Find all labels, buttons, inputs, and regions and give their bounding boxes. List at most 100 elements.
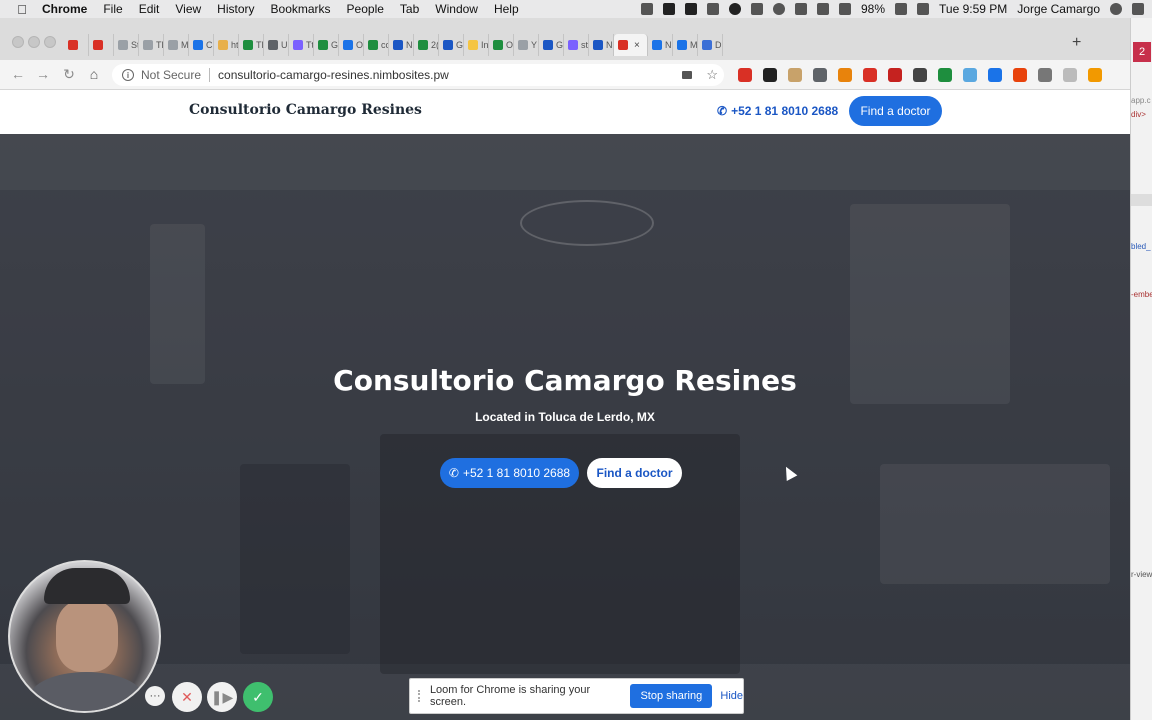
browser-tab[interactable]: In [464,34,489,56]
browser-tab[interactable]: M [673,34,698,56]
browser-tab[interactable] [64,34,89,56]
nav-find-doctor-button[interactable]: Find a doctor [849,96,942,126]
notification-app-icon[interactable] [684,3,697,15]
window-close-button[interactable] [12,36,24,48]
back-arrow-icon[interactable]: ← [10,66,26,82]
browser-tab[interactable]: M [164,34,189,56]
loom-more-button[interactable]: ··· [145,686,165,706]
extension-icon[interactable] [1038,68,1052,82]
security-label[interactable]: Not Secure [141,68,201,82]
drag-handle-icon[interactable] [418,690,422,702]
browser-tab[interactable]: St [114,34,139,56]
spotlight-search-icon[interactable] [1110,3,1122,15]
chat-icon[interactable] [706,3,719,15]
url-text[interactable]: consultorio-camargo-resines.nimbosites.p… [218,68,449,82]
site-brand[interactable]: Consultorio Camargo Resines [189,102,422,118]
browser-tab[interactable]: ht [214,34,239,56]
browser-tab[interactable]: G [314,34,339,56]
browser-tab[interactable]: N [648,34,673,56]
browser-tab[interactable] [89,34,114,56]
extension-icon[interactable] [763,68,777,82]
camera-blocked-icon[interactable] [682,71,692,79]
battery-icon[interactable] [895,3,908,15]
loom-webcam-bubble[interactable] [8,560,161,713]
browser-tab[interactable]: Tt [289,34,314,56]
extension-icon[interactable] [738,68,752,82]
browser-tab[interactable]: 2( [414,34,439,56]
extension-icon[interactable] [963,68,977,82]
browser-tab[interactable]: Y [514,34,539,56]
extension-icon[interactable] [1063,68,1077,82]
extension-icon[interactable] [1088,68,1102,82]
extension-icon[interactable] [988,68,1002,82]
tab-favicon-icon [593,40,603,50]
browser-tab[interactable]: st [564,34,589,56]
tab-close-icon[interactable]: × [634,40,640,51]
menu-tab[interactable]: Tab [400,2,419,16]
menubar-user[interactable]: Jorge Camargo [1017,2,1100,16]
microphone-icon[interactable] [640,3,653,15]
loom-cancel-icon[interactable]: ✕ [172,682,202,712]
browser-tab[interactable]: G [539,34,564,56]
menu-view[interactable]: View [175,2,201,16]
extension-icon[interactable] [1013,68,1027,82]
browser-tab[interactable]: Tl [139,34,164,56]
hide-sharing-bar-button[interactable]: Hide [720,690,743,702]
battery-percent[interactable]: 98% [861,2,885,16]
extension-icon[interactable] [813,68,827,82]
hero-find-doctor-button[interactable]: Find a doctor [587,458,682,488]
window-zoom-button[interactable] [44,36,56,48]
devtools-error-badge[interactable]: 2 [1133,42,1151,62]
menu-people[interactable]: People [347,2,384,16]
wifi-icon[interactable] [816,3,829,15]
extension-icon[interactable] [863,68,877,82]
devtools-panel-edge: 2 app.c div> bled_ -embe r-view [1130,18,1152,720]
calendar-icon[interactable] [917,3,930,15]
browser-tab[interactable]: Tl [239,34,264,56]
browser-tab[interactable]: N [589,34,614,56]
menu-file[interactable]: File [103,2,122,16]
menu-bookmarks[interactable]: Bookmarks [271,2,331,16]
browser-tab[interactable]: U [264,34,289,56]
loom-finish-icon[interactable]: ✓ [243,682,273,712]
bookmark-star-icon[interactable]: ☆ [706,67,718,83]
browser-tab[interactable]: D [698,34,723,56]
extension-icon[interactable] [788,68,802,82]
new-tab-button[interactable]: + [1072,34,1081,52]
display-icon[interactable] [750,3,763,15]
browser-tab[interactable]: G [439,34,464,56]
nav-phone-link[interactable]: ✆ +52 1 81 8010 2688 [717,104,838,118]
home-icon[interactable]: ⌂ [86,66,102,82]
time-machine-icon[interactable] [772,3,785,15]
menu-window[interactable]: Window [435,2,478,16]
browser-tab[interactable]: C [189,34,214,56]
site-info-icon[interactable]: i [122,69,134,81]
browser-tab[interactable]: cc [364,34,389,56]
notification-center-icon[interactable] [1132,3,1144,15]
loom-pause-icon[interactable]: ❚▶ [207,682,237,712]
screen-record-icon[interactable] [662,3,675,15]
address-bar[interactable]: i Not Secure consultorio-camargo-resines… [112,64,724,86]
status-app-icon[interactable] [728,3,741,15]
reload-icon[interactable]: ↻ [61,66,77,83]
window-minimize-button[interactable] [28,36,40,48]
forward-arrow-icon[interactable]: → [35,66,51,82]
menu-edit[interactable]: Edit [139,2,160,16]
extension-icon[interactable] [938,68,952,82]
extension-icon[interactable] [888,68,902,82]
hero-phone-button[interactable]: ✆ +52 1 81 8010 2688 [440,458,579,488]
browser-tab[interactable]: O [489,34,514,56]
menu-history[interactable]: History [217,2,254,16]
menu-help[interactable]: Help [494,2,519,16]
stop-sharing-button[interactable]: Stop sharing [630,684,713,708]
menubar-clock[interactable]: Tue 9:59 PM [939,2,1007,16]
browser-tab[interactable]: × [614,34,648,56]
bluetooth-icon[interactable] [794,3,807,15]
browser-tab[interactable]: N [389,34,414,56]
extension-icon[interactable] [913,68,927,82]
menu-app-name[interactable]: Chrome [42,2,87,16]
apple-icon[interactable]:  [14,1,30,17]
browser-tab[interactable]: O [339,34,364,56]
volume-icon[interactable] [838,3,851,15]
extension-icon[interactable] [838,68,852,82]
